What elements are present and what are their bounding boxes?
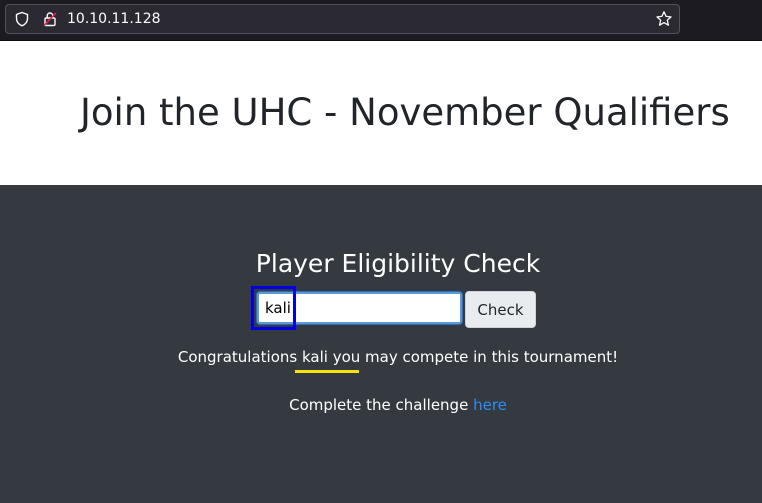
result-suffix: you may compete in this tournament! [327, 348, 619, 366]
challenge-prefix: Complete the challenge [289, 396, 474, 414]
highlight-underline [295, 370, 359, 373]
page-header: Join the UHC - November Qualifiers [0, 41, 762, 185]
lock-icon[interactable] [42, 11, 58, 27]
bookmark-star-icon[interactable] [655, 10, 673, 28]
url-text[interactable]: 10.10.11.128 [67, 11, 161, 27]
eligibility-heading: Player Eligibility Check [255, 249, 541, 278]
player-name-input[interactable] [257, 292, 462, 324]
result-prefix: Congratulations [177, 348, 302, 366]
result-player-name: kali [301, 348, 328, 366]
result-message: Congratulations kali you may compete in … [0, 347, 762, 367]
page-title: Join the UHC - November Qualifiers [80, 91, 730, 134]
shield-icon[interactable] [14, 11, 30, 27]
browser-toolbar: 10.10.11.128 [0, 0, 762, 41]
main-content: Player Eligibility Check Check Congratul… [0, 185, 762, 503]
challenge-link[interactable]: here [473, 396, 507, 414]
check-button[interactable]: Check [465, 291, 536, 328]
challenge-message: Complete the challenge here [0, 395, 762, 415]
address-bar[interactable]: 10.10.11.128 [5, 4, 680, 34]
